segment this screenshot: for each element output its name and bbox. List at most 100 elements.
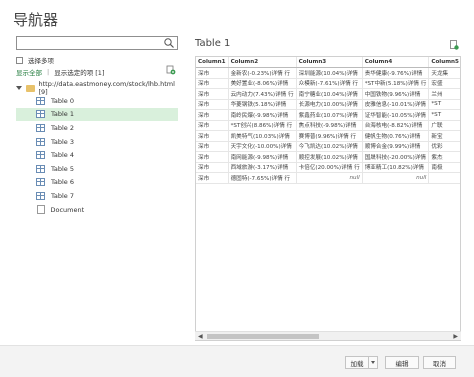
tree-item-table-6[interactable]: Table 6 bbox=[16, 176, 178, 190]
multi-select-label: 选择多项 bbox=[28, 57, 54, 65]
table-row: 深市 德固特(-7.65%)详情 行 null null bbox=[196, 172, 460, 184]
tree-item-label: Table 6 bbox=[51, 178, 75, 187]
table-cell: 兰州 bbox=[428, 88, 460, 100]
table-cell: *ST bbox=[428, 109, 460, 121]
table-cell: 长源电力(10.00%)详情 bbox=[296, 99, 363, 110]
table-cell: 今飞凯达(10.02%)详情 bbox=[296, 141, 363, 152]
table-cell: 美好置业(-8.06%)详情 bbox=[228, 78, 297, 89]
tree-item-table-7[interactable]: Table 7 bbox=[16, 189, 178, 203]
tree-item-table-5[interactable]: Table 5 bbox=[16, 162, 178, 176]
table-cell: 深市 bbox=[196, 78, 229, 89]
table-icon bbox=[36, 137, 45, 146]
table-cell: null bbox=[362, 172, 430, 184]
search-input[interactable] bbox=[16, 36, 178, 50]
tree-item-table-1[interactable]: Table 1 bbox=[16, 107, 178, 122]
tree-item-label: Table 3 bbox=[51, 137, 75, 146]
tree-root-label: http://data.eastmoney.com/stock/lhb.html… bbox=[38, 80, 175, 96]
column-header[interactable]: Column5 bbox=[428, 57, 460, 68]
preview-grid[interactable]: Column1 Column2 Column3 Column4 Column5 … bbox=[195, 56, 461, 341]
table-row: 深市 南岭民爆(-9.98%)详情 紫鑫药业(10.07%)详情 证华智能(-1… bbox=[196, 109, 460, 121]
scroll-right-icon[interactable]: ▶ bbox=[453, 333, 458, 340]
table-cell: 台海核电(-8.82%)详情 bbox=[362, 120, 430, 131]
show-all-link[interactable]: 显示全部 bbox=[16, 67, 42, 77]
tree-item-table-3[interactable]: Table 3 bbox=[16, 135, 178, 149]
tree-item-table-0[interactable]: Table 0 bbox=[16, 94, 178, 108]
refresh-icon[interactable] bbox=[166, 65, 176, 75]
navigator-title: 导航器 bbox=[13, 11, 59, 29]
table-cell: 深市 bbox=[196, 88, 229, 100]
scroll-left-icon[interactable]: ◀ bbox=[198, 333, 203, 340]
table-row: 深市 华菱钢铁(5.18%)详情 长源电力(10.00%)详情 皮雅信息(-10… bbox=[196, 99, 460, 110]
column-header[interactable]: Column4 bbox=[362, 57, 430, 68]
filter-row: 显示全部 | 显示选定的项 [1] bbox=[16, 65, 178, 77]
table-cell: 南极 bbox=[428, 162, 460, 173]
table-cell: *ST bbox=[428, 99, 460, 110]
tree-item-table-2[interactable]: Table 2 bbox=[16, 121, 178, 135]
document-icon bbox=[36, 205, 45, 215]
footer-bar: 加载 编辑 取消 bbox=[0, 345, 474, 377]
tree-root[interactable]: http://data.eastmoney.com/stock/lhb.html… bbox=[16, 80, 178, 96]
tree-item-label: Document bbox=[50, 205, 85, 214]
table-cell: 深市 bbox=[196, 109, 229, 121]
table-cell: null bbox=[296, 172, 363, 184]
edit-button[interactable]: 编辑 bbox=[385, 356, 419, 369]
table-cell: 新宝 bbox=[428, 130, 460, 142]
table-row: 深市 西域旅游(-3.17%)详情 卡倍亿(20.00%)详情 行 博亚精工(1… bbox=[196, 162, 460, 173]
search-icon[interactable] bbox=[163, 37, 175, 49]
table-cell: 顺博合金(9.99%)详情 bbox=[362, 141, 430, 152]
table-cell: 焦点科技(-9.98%)详情 bbox=[296, 120, 363, 131]
table-cell: 南宁糖业(10.04%)详情 bbox=[296, 88, 363, 100]
multi-select-checkbox[interactable] bbox=[16, 56, 23, 64]
export-icon[interactable] bbox=[450, 40, 459, 50]
column-header[interactable]: Column1 bbox=[196, 57, 229, 68]
tree-item-label: Table 5 bbox=[51, 164, 75, 173]
scrollbar-thumb[interactable] bbox=[207, 334, 319, 339]
table-row: 深市 金新农(-0.23%)详情 行 深圳能源(10.04%)详情 贵华健康(-… bbox=[196, 67, 460, 79]
column-header[interactable]: Column3 bbox=[296, 57, 363, 68]
tree-item-label: Table 2 bbox=[51, 123, 75, 132]
header-row: Column1 Column2 Column3 Column4 Column5 bbox=[196, 57, 460, 68]
table-cell: 深市 bbox=[196, 67, 229, 79]
tree-item-document[interactable]: Document bbox=[16, 203, 178, 217]
table-row: 深市 天宇文化(-10.00%)详情 今飞凯达(10.02%)详情 顺博合金(9… bbox=[196, 141, 460, 152]
table-cell: *ST中新(5.18%)详情 行 bbox=[362, 78, 430, 89]
table-cell: 天宇文化(-10.00%)详情 bbox=[228, 141, 297, 152]
filter-separator: | bbox=[47, 68, 50, 76]
table-cell: 凯美特气(10.03%)详情 bbox=[228, 130, 297, 142]
table-cell: 云内动力(7.43%)详情 行 bbox=[228, 88, 297, 100]
load-options-button[interactable] bbox=[369, 356, 378, 369]
tree-item-table-4[interactable]: Table 4 bbox=[16, 148, 178, 162]
show-selected-link[interactable]: 显示选定的项 [1] bbox=[54, 67, 104, 77]
table-cell: 深市 bbox=[196, 172, 229, 184]
table-cell: 皮雅信息(-10.01%)详情 bbox=[362, 99, 430, 110]
folder-icon bbox=[26, 84, 35, 92]
table-cell: 深市 bbox=[196, 130, 229, 142]
tree-item-label: Table 1 bbox=[51, 110, 75, 119]
preview-title: Table 1 bbox=[195, 38, 231, 49]
table-row: 深市 南网能源(-9.98%)详情 顺控发展(10.02%)详情 国晟科技(-2… bbox=[196, 151, 460, 163]
cancel-button[interactable]: 取消 bbox=[423, 356, 456, 369]
table-cell: 顺控发展(10.02%)详情 bbox=[296, 151, 363, 163]
table-icon bbox=[36, 164, 45, 173]
table-cell: 卡倍亿(20.00%)详情 行 bbox=[296, 162, 363, 173]
table-cell: 深市 bbox=[196, 120, 229, 131]
expand-icon[interactable] bbox=[16, 86, 22, 90]
table-cell: 天龙集 bbox=[428, 67, 460, 79]
table-cell: 赛博普(9.96%)详情 行 bbox=[296, 130, 363, 142]
table-cell: 优彩 bbox=[428, 141, 460, 152]
preview-table: Column1 Column2 Column3 Column4 Column5 … bbox=[196, 57, 460, 184]
table-icon bbox=[36, 96, 45, 105]
horizontal-scrollbar[interactable]: ◀ ▶ bbox=[195, 331, 461, 340]
load-button[interactable]: 加载 bbox=[345, 356, 369, 369]
table-row: 深市 云内动力(7.43%)详情 行 南宁糖业(10.04%)详情 中国铁物(9… bbox=[196, 88, 460, 100]
multi-select-option[interactable]: 选择多项 bbox=[16, 55, 54, 65]
table-cell: *ST创兴(8.86%)详情 行 bbox=[228, 120, 297, 131]
table-cell: 深市 bbox=[196, 141, 229, 152]
table-cell: 金新农(-0.23%)详情 行 bbox=[228, 67, 297, 79]
table-row: 深市 凯美特气(10.03%)详情 赛博普(9.96%)详情 行 健帆生物(0.… bbox=[196, 130, 460, 142]
table-cell: 深市 bbox=[196, 151, 229, 163]
table-row: 深市 *ST创兴(8.86%)详情 行 焦点科技(-9.98%)详情 台海核电(… bbox=[196, 120, 460, 131]
table-icon bbox=[36, 178, 45, 187]
chevron-down-icon bbox=[371, 361, 375, 364]
column-header[interactable]: Column2 bbox=[228, 57, 297, 68]
